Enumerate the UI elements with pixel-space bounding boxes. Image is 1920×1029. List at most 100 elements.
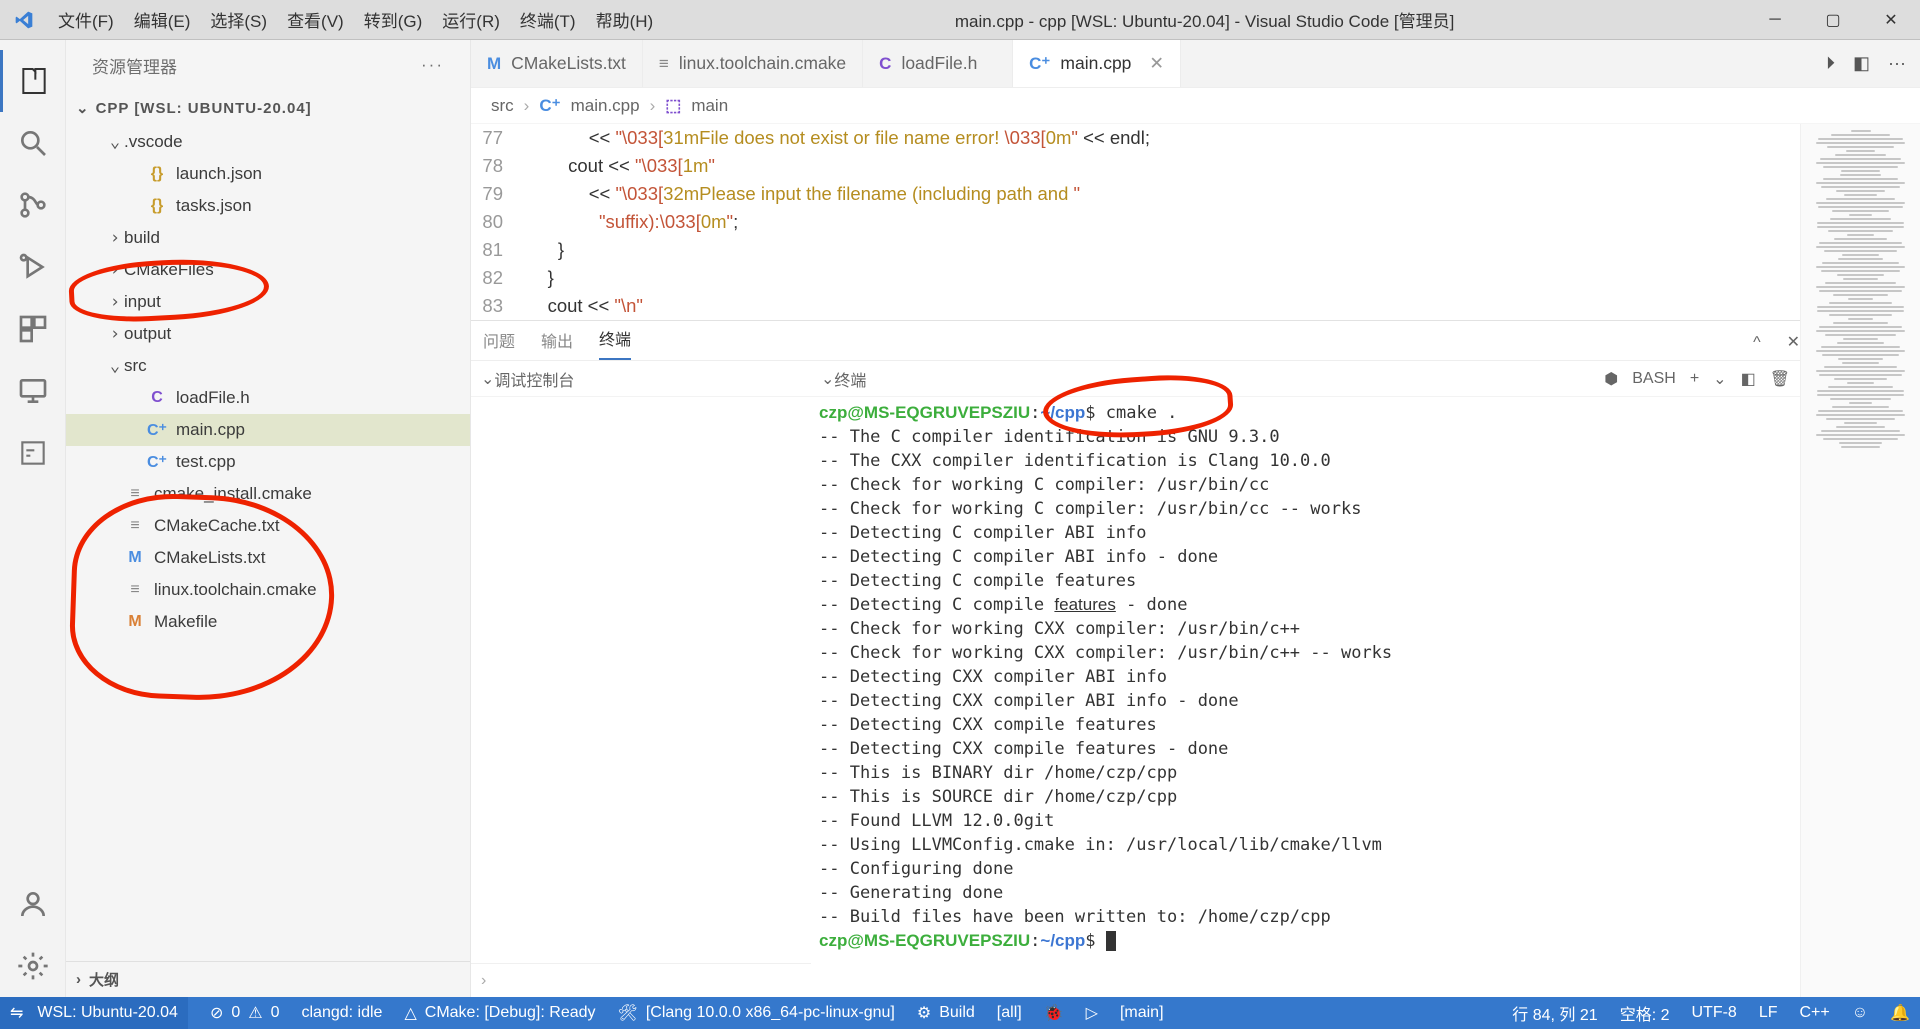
language-indicator[interactable]: C++ [1799,1004,1829,1022]
editor-area: MCMakeLists.txt≡linux.toolchain.cmakeClo… [471,40,1920,997]
feedback-icon[interactable]: ☺ [1852,1004,1868,1022]
more-icon[interactable]: ··· [1888,53,1906,74]
menu-item[interactable]: 帮助(H) [586,7,664,32]
menu-item[interactable]: 文件(F) [48,7,124,32]
code-editor[interactable]: 77 << "\033[31mFile does not exist or fi… [471,124,1800,320]
source-control-icon[interactable] [0,174,66,236]
shell-kind[interactable]: BASH [1632,370,1676,388]
build-target[interactable]: [all] [997,1004,1022,1022]
file-item[interactable]: ≡linux.toolchain.cmake [66,574,470,606]
file-item[interactable]: CloadFile.h [66,382,470,414]
remote-explorer-icon[interactable] [0,360,66,422]
sql-icon[interactable] [0,422,66,484]
workspace-folder[interactable]: CPP [WSL: UBUNTU-20.04] [66,90,470,126]
file-item[interactable]: C⁺test.cpp [66,446,470,478]
panel-tab[interactable]: 终端 [599,326,631,360]
run-button[interactable]: ▷ [1086,1003,1098,1023]
file-item[interactable]: ≡cmake_install.cmake [66,478,470,510]
editor-tab[interactable]: ≡linux.toolchain.cmake [643,40,863,87]
shell-icon: ⬢ [1604,369,1618,389]
build-button[interactable]: ⚙Build [917,1003,975,1023]
menu-item[interactable]: 转到(G) [354,7,433,32]
outline-section[interactable]: 大纲 [66,961,470,997]
folder-item[interactable]: ›build [66,222,470,254]
file-label: output [124,324,171,344]
explorer-icon[interactable] [0,50,66,112]
cmake-status[interactable]: △CMake: [Debug]: Ready [404,1003,595,1023]
breadcrumb-item[interactable]: src [491,96,514,116]
breadcrumb-item[interactable]: main.cpp [571,96,640,116]
breadcrumbs[interactable]: src›C⁺main.cpp›⬚main [471,88,1920,124]
tab-label: loadFile.h [901,53,977,74]
close-icon[interactable]: ✕ [1149,53,1164,74]
panel-tab[interactable]: 问题 [483,328,515,360]
maximize-button[interactable]: ▢ [1804,0,1862,40]
folder-item[interactable]: ⌄.vscode [66,126,470,158]
folder-item[interactable]: ›CMakeFiles [66,254,470,286]
folder-item[interactable]: ›input [66,286,470,318]
panel-tab[interactable]: 输出 [541,328,573,360]
editor-tab[interactable]: CloadFile.h [863,40,1013,87]
debug-button[interactable]: 🐞 [1044,1003,1064,1023]
kill-terminal-icon[interactable]: 🗑 [1770,369,1790,389]
file-icon: C⁺ [146,420,168,440]
remote-indicator[interactable]: ⇋WSL: Ubuntu-20.04 [0,997,188,1029]
activitybar [0,40,66,997]
minimize-button[interactable]: ─ [1746,0,1804,40]
minimap[interactable] [1800,124,1920,997]
menu-item[interactable]: 运行(R) [432,7,510,32]
file-icon: M [487,54,501,74]
editor-tab[interactable]: MCMakeLists.txt [471,40,643,87]
menu-item[interactable]: 编辑(E) [124,7,201,32]
search-icon[interactable] [0,112,66,174]
file-item[interactable]: {}launch.json [66,158,470,190]
gear-icon[interactable] [0,935,66,997]
editor-tabs: MCMakeLists.txt≡linux.toolchain.cmakeClo… [471,40,1920,88]
file-label: CMakeFiles [124,260,214,280]
encoding-indicator[interactable]: UTF-8 [1691,1004,1736,1022]
file-item[interactable]: C⁺main.cpp [66,414,470,446]
menu-item[interactable]: 查看(V) [277,7,354,32]
dropdown-icon[interactable]: ⌄ [1713,369,1726,389]
close-button[interactable]: ✕ [1862,0,1920,40]
eol-indicator[interactable]: LF [1759,1004,1778,1022]
chevron-right-icon[interactable]: › [481,972,486,990]
file-label: CMakeLists.txt [154,548,265,568]
notifications-icon[interactable]: 🔔 [1890,1003,1910,1023]
kit-selector[interactable]: 🛠[Clang 10.0.0 x86_64-pc-linux-gnu] [618,1003,895,1023]
file-icon: ≡ [659,54,669,74]
account-icon[interactable] [0,873,66,935]
file-item[interactable]: {}tasks.json [66,190,470,222]
new-terminal-icon[interactable]: + [1690,370,1699,388]
triangle-icon: △ [404,1003,416,1023]
run-debug-icon[interactable] [0,236,66,298]
file-icon: C⁺ [146,452,168,472]
file-item[interactable]: MMakefile [66,606,470,638]
split-terminal-icon[interactable]: ◧ [1741,369,1756,389]
editor-tab[interactable]: C⁺main.cpp✕ [1013,40,1181,87]
indent-indicator[interactable]: 空格: 2 [1620,1001,1670,1025]
folder-item[interactable]: ⌄src [66,350,470,382]
launch-target[interactable]: [main] [1120,1004,1164,1022]
terminal-output[interactable]: czp@MS-EQGRUVEPSZIU:~/cpp$ cmake . -- Th… [811,397,1800,997]
breadcrumb-item[interactable]: main [691,96,728,116]
clangd-status[interactable]: clangd: idle [302,1004,383,1022]
folder-item[interactable]: ›output [66,318,470,350]
extensions-icon[interactable] [0,298,66,360]
panel-maximize-icon[interactable]: ^ [1753,334,1761,360]
sidebar: 资源管理器 ··· CPP [WSL: UBUNTU-20.04] ⌄.vsco… [66,40,471,997]
split-icon[interactable]: ◧ [1853,53,1870,74]
file-label: src [124,356,147,376]
sidebar-more-icon[interactable]: ··· [421,55,444,75]
menu-item[interactable]: 终端(T) [510,7,586,32]
file-item[interactable]: ≡CMakeCache.txt [66,510,470,542]
file-label: .vscode [124,132,183,152]
run-icon[interactable]: ⏵ [1826,53,1835,74]
panel-close-icon[interactable]: ✕ [1787,332,1800,360]
cursor-position[interactable]: 行 84, 列 21 [1512,1001,1597,1025]
file-item[interactable]: MCMakeLists.txt [66,542,470,574]
terminal-pane: ⌄ 终端 ⬢ BASH + ⌄ ◧ 🗑 czp@MS-E [811,361,1800,997]
menu-item[interactable]: 选择(S) [200,7,277,32]
warning-icon: ⚠ [248,1003,262,1023]
problems-indicator[interactable]: ⊘0 ⚠0 [210,1003,280,1023]
